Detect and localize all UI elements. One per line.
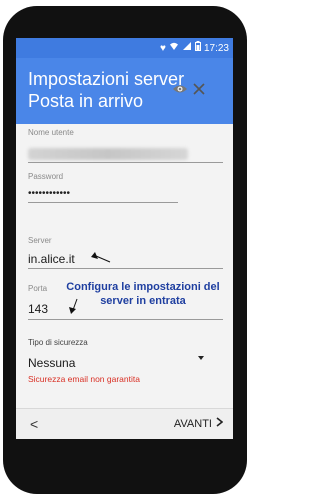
security-warning: Sicurezza email non garantita	[28, 374, 140, 384]
back-button[interactable]: <	[30, 417, 38, 431]
annotation-line1: Configura le impostazioni del	[66, 281, 220, 293]
server-arrow-line	[95, 255, 111, 263]
port-arrow-head	[69, 307, 76, 314]
server-arrow-head	[91, 252, 98, 259]
annotation-text: Configura le impostazioni del server in …	[58, 280, 228, 308]
annotation-line2: server in entrata	[100, 295, 186, 307]
next-label: AVANTI	[173, 418, 212, 430]
next-button[interactable]: AVANTI	[173, 417, 224, 431]
dropdown-caret-icon[interactable]	[198, 356, 204, 360]
chevron-right-icon	[216, 417, 224, 431]
bottom-bar: < AVANTI	[16, 408, 233, 439]
